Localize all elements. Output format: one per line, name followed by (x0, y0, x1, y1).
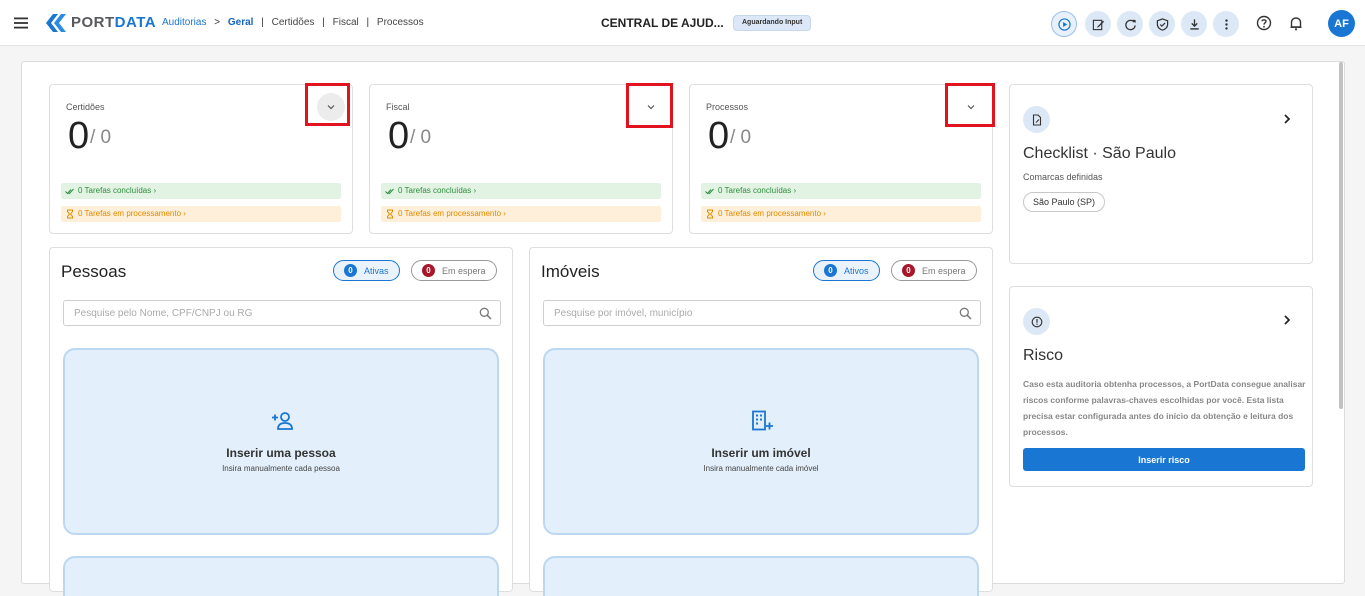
count-badge: 0 (902, 264, 915, 277)
checklist-title: Checklist · São Paulo (1023, 145, 1176, 162)
checklist-icon-wrap (1023, 106, 1050, 133)
edit-button[interactable] (1085, 11, 1111, 37)
filter-ativas[interactable]: 0 Ativas (333, 260, 400, 281)
tasks-done-link[interactable]: 0 Tarefas concluídas › (701, 183, 981, 199)
pessoas-section: Pessoas 0 Ativas 0 Em espera Inserir uma… (49, 247, 513, 596)
play-icon (1057, 17, 1071, 31)
stat-total: / 0 (730, 127, 752, 148)
pessoas-search-input[interactable] (64, 301, 464, 325)
refresh-icon (1124, 19, 1136, 30)
shield-button[interactable] (1149, 11, 1175, 37)
play-button[interactable] (1051, 11, 1077, 37)
double-check-icon (385, 188, 394, 195)
top-bar: PORTDATA Auditorias > Geral | Certidões … (0, 0, 1365, 46)
breadcrumb-certidoes[interactable]: Certidões (272, 17, 315, 28)
pessoas-search (63, 300, 501, 326)
risco-title: Risco (1023, 347, 1064, 364)
edit-icon (1092, 19, 1104, 30)
property-card[interactable] (543, 556, 979, 596)
filter-em-espera[interactable]: 0 Em espera (411, 260, 497, 281)
imoveis-search (543, 300, 981, 326)
search-icon[interactable] (479, 307, 492, 320)
count-badge: 0 (824, 264, 837, 277)
insert-risk-button[interactable]: Inserir risco (1023, 448, 1305, 471)
status-badge: Aguardando Input (733, 15, 812, 31)
tasks-done-link[interactable]: 0 Tarefas concluídas › (381, 183, 661, 199)
user-avatar[interactable]: AF (1328, 10, 1355, 37)
help-icon[interactable] (1256, 15, 1272, 31)
stat-label: Fiscal (386, 102, 410, 112)
count-badge: 0 (344, 264, 357, 277)
insert-title: Inserir um imóvel (711, 446, 811, 460)
breadcrumb-geral[interactable]: Geral (228, 17, 254, 28)
more-vert-icon (1224, 18, 1228, 30)
insert-title: Inserir uma pessoa (226, 446, 336, 460)
chevron-right-icon[interactable] (1282, 113, 1292, 125)
scrollbar[interactable] (1339, 62, 1343, 409)
document-edit-icon (1032, 113, 1041, 126)
insert-subtitle: Insira manualmente cada pessoa (222, 464, 340, 473)
risco-icon-wrap (1023, 308, 1050, 335)
stat-label: Certidões (66, 102, 105, 112)
count-badge: 0 (422, 264, 435, 277)
person-card[interactable] (63, 556, 499, 596)
risco-card: Risco Caso esta auditoria obtenha proces… (1009, 286, 1313, 487)
add-building-icon (752, 410, 773, 431)
filter-ativos[interactable]: 0 Ativos (813, 260, 880, 281)
imoveis-search-input[interactable] (544, 301, 944, 325)
highlight-box (626, 83, 673, 128)
breadcrumb: Auditorias > Geral | Certidões | Fiscal … (162, 17, 424, 28)
risco-description: Caso esta auditoria obtenha processos, a… (1023, 379, 1306, 437)
checklist-subtitle: Comarcas definidas (1023, 172, 1103, 182)
portdata-logo-icon (46, 14, 66, 32)
comarca-tag[interactable]: São Paulo (SP) (1023, 192, 1106, 212)
refresh-button[interactable] (1117, 11, 1143, 37)
highlight-box (305, 83, 350, 126)
brand-name: PORTDATA (71, 14, 157, 31)
filter-em-espera[interactable]: 0 Em espera (891, 260, 977, 281)
stat-count: 0 (68, 115, 90, 157)
double-check-icon (705, 188, 714, 195)
insert-property-card[interactable]: Inserir um imóvel Insira manualmente cad… (543, 348, 979, 535)
download-button[interactable] (1181, 11, 1207, 37)
hourglass-icon (707, 209, 713, 219)
tasks-processing-link[interactable]: 0 Tarefas em processamento › (61, 206, 341, 222)
alert-icon (1031, 316, 1042, 327)
stat-label: Processos (706, 102, 749, 112)
download-icon (1189, 18, 1199, 30)
section-title: Pessoas (61, 262, 127, 281)
tasks-done-link[interactable]: 0 Tarefas concluídas › (61, 183, 341, 199)
stat-total: / 0 (90, 127, 112, 148)
menu-icon[interactable] (12, 14, 30, 32)
breadcrumb-processos[interactable]: Processos (377, 17, 424, 28)
tasks-processing-link[interactable]: 0 Tarefas em processamento › (381, 206, 661, 222)
bell-icon[interactable] (1288, 15, 1304, 31)
imoveis-section: Imóveis 0 Ativos 0 Em espera Inserir um … (529, 247, 993, 596)
insert-person-card[interactable]: Inserir uma pessoa Insira manualmente ca… (63, 348, 499, 535)
section-title: Imóveis (541, 262, 600, 281)
double-check-icon (65, 188, 74, 195)
checklist-card: Checklist · São Paulo Comarcas definidas… (1009, 84, 1313, 264)
stat-count: 0 (708, 115, 730, 157)
highlight-box (945, 83, 995, 127)
tasks-processing-link[interactable]: 0 Tarefas em processamento › (701, 206, 981, 222)
add-person-icon (272, 412, 293, 430)
breadcrumb-fiscal[interactable]: Fiscal (333, 17, 359, 28)
search-icon[interactable] (959, 307, 972, 320)
hourglass-icon (387, 209, 393, 219)
stat-count: 0 (388, 115, 410, 157)
page-title: CENTRAL DE AJUD... (601, 16, 724, 30)
breadcrumb-auditorias[interactable]: Auditorias (162, 17, 206, 28)
hourglass-icon (67, 209, 73, 219)
more-button[interactable] (1213, 11, 1239, 37)
shield-check-icon (1156, 17, 1168, 31)
chevron-right-icon[interactable] (1282, 314, 1292, 326)
insert-subtitle: Insira manualmente cada imóvel (703, 464, 819, 473)
stat-total: / 0 (410, 127, 432, 148)
